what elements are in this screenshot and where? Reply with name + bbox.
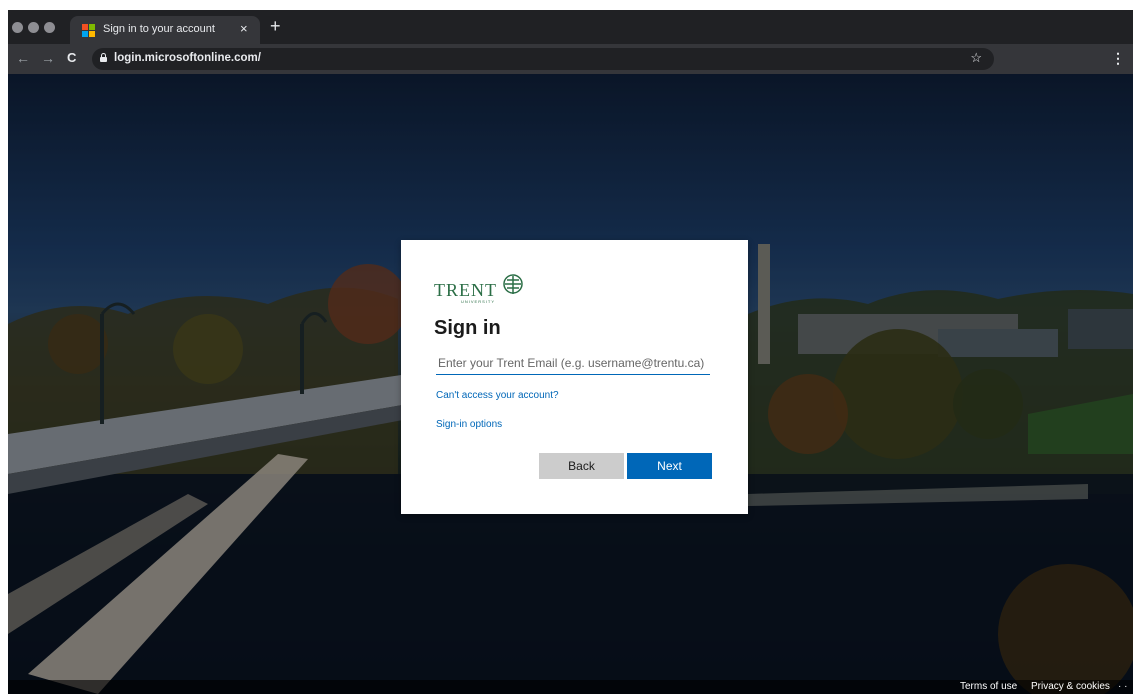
microsoft-favicon-icon [82,24,95,37]
email-field[interactable] [436,351,710,375]
trent-university-logo: TRENT UNIVERSITY [434,274,534,304]
sign-in-page: TRENT UNIVERSITY Sign in Can't access yo… [8,74,1133,694]
close-window-dot[interactable] [12,22,23,33]
tab-close-icon[interactable]: × [240,21,248,36]
url-text[interactable]: login.microsoftonline.com/ [114,52,261,64]
active-tab[interactable]: Sign in to your account × [70,16,260,44]
logo-subtitle: UNIVERSITY [461,299,496,304]
address-bar[interactable]: login.microsoftonline.com/ ☆ [92,48,994,70]
sign-in-card: TRENT UNIVERSITY Sign in Can't access yo… [401,240,748,514]
terms-of-use-link[interactable]: Terms of use [960,681,1017,692]
back-arrow-icon[interactable]: ← [16,50,30,66]
logo-wordmark: TRENT [434,280,497,300]
lock-icon[interactable] [100,53,107,62]
next-button[interactable]: Next [627,453,712,479]
page-footer: Terms of use Privacy & cookies · · [8,680,1133,694]
tab-strip: Sign in to your account × + [8,10,1133,44]
minimize-window-dot[interactable] [28,22,39,33]
back-button[interactable]: Back [539,453,624,479]
reload-icon[interactable]: C [67,50,76,66]
browser-menu-icon[interactable]: ⋮ [1111,50,1125,66]
more-options-icon[interactable]: · · [1118,681,1127,692]
browser-window: Sign in to your account × + ← → C login.… [8,10,1133,694]
page-title: Sign in [434,317,501,339]
new-tab-button[interactable]: + [270,16,281,36]
privacy-cookies-link[interactable]: Privacy & cookies [1031,681,1110,692]
browser-toolbar: ← → C login.microsoftonline.com/ ☆ ⋮ [8,44,1133,74]
forward-arrow-icon[interactable]: → [41,50,55,66]
maximize-window-dot[interactable] [44,22,55,33]
trent-tree-icon [503,274,523,294]
cant-access-account-link[interactable]: Can't access your account? [436,390,559,401]
tab-title: Sign in to your account [103,23,215,35]
sign-in-options-link[interactable]: Sign-in options [436,419,502,430]
bookmark-star-icon[interactable]: ☆ [970,50,982,66]
